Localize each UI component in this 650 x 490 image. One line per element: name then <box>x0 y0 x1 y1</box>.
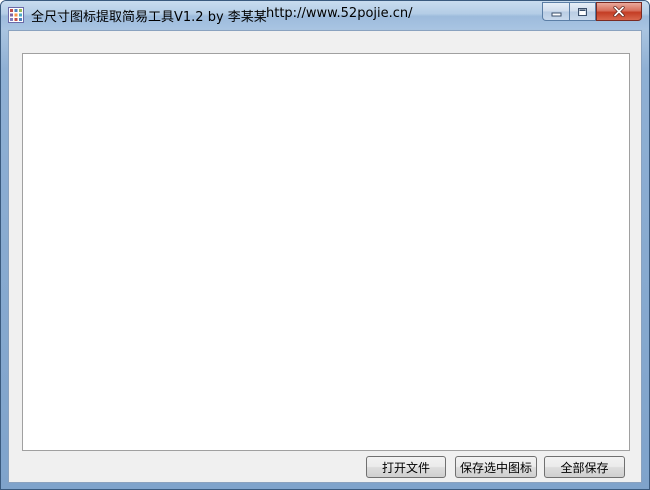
app-icon[interactable] <box>8 7 24 23</box>
close-button[interactable] <box>596 2 642 21</box>
window-title: 全尺寸图标提取简易工具V1.2 by 李某某 <box>31 10 267 25</box>
client-area: 打开文件 保存选中图标 全部保存 <box>8 30 642 483</box>
save-all-button[interactable]: 全部保存 <box>544 456 625 478</box>
minimize-button[interactable] <box>542 2 569 21</box>
title-bar[interactable]: 全尺寸图标提取简易工具V1.2 by 李某某 http://www.52poji… <box>1 1 649 29</box>
maximize-button[interactable] <box>569 2 596 21</box>
app-window: 全尺寸图标提取简易工具V1.2 by 李某某 http://www.52poji… <box>0 0 650 490</box>
open-file-button[interactable]: 打开文件 <box>366 456 446 478</box>
maximize-icon <box>577 2 588 21</box>
icon-preview-area[interactable] <box>22 53 630 451</box>
caption-buttons <box>542 2 642 21</box>
minimize-icon <box>551 2 562 21</box>
close-icon <box>613 2 625 21</box>
save-selected-icon-button[interactable]: 保存选中图标 <box>455 456 537 478</box>
window-title-url: http://www.52pojie.cn/ <box>266 6 413 21</box>
